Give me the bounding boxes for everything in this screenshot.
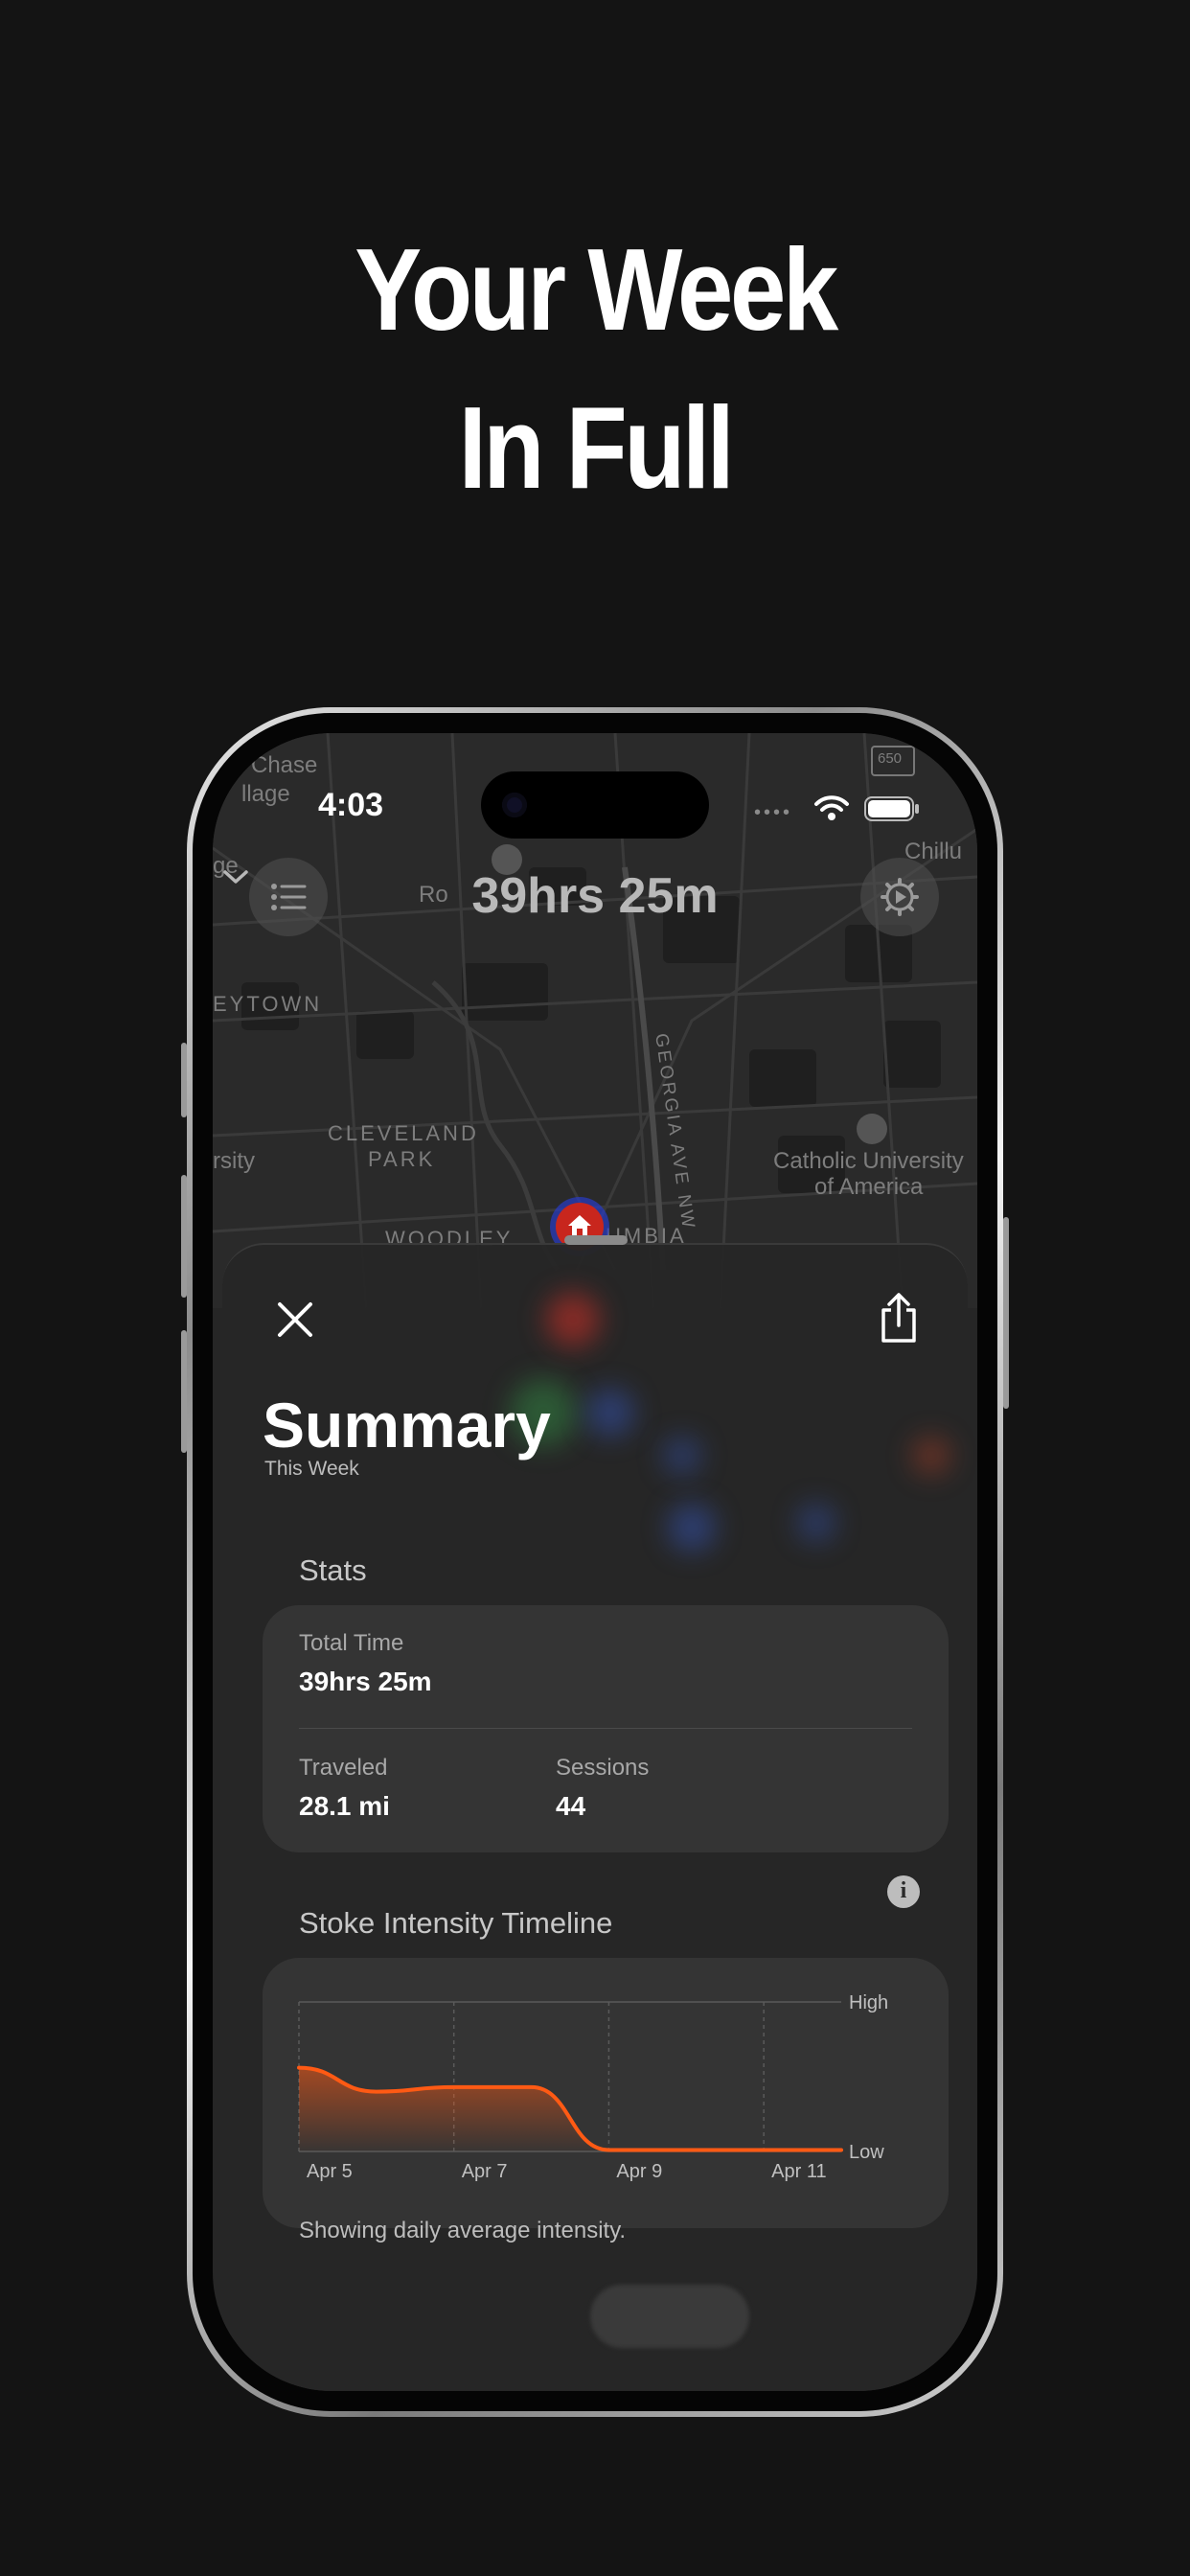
map-label-of-america: of America: [814, 1174, 924, 1200]
total-time-value: 39hrs 25m: [299, 1667, 432, 1696]
chevron-down-icon: [223, 870, 248, 884]
stats-divider: [299, 1728, 912, 1729]
phone-screen: Chase llage ge Chillu Ro EYTOWN CLEVELAN…: [213, 733, 977, 2391]
map-label-chase: Chase: [251, 752, 318, 778]
route-shield-label: 650: [878, 750, 903, 767]
map-label-village: llage: [241, 781, 290, 807]
duration-value: 39hrs 25m: [471, 868, 719, 924]
heat-blob: [797, 1504, 835, 1542]
map-label-cleveland: CLEVELAND: [328, 1121, 479, 1145]
intensity-chart: Apr 5 Apr 7 Apr 9 Apr 11 High Low: [297, 1992, 888, 2182]
intensity-area: [299, 2067, 841, 2151]
status-time: 4:03: [318, 787, 384, 823]
battery-icon: [864, 796, 919, 821]
headline-line-2: In Full: [458, 382, 735, 513]
summary-sheet: Summary This Week Stats Total Time 39hrs…: [222, 1235, 968, 2391]
summary-title: Summary: [263, 1390, 551, 1460]
share-icon: [881, 1293, 916, 1343]
volume-up-button: [181, 1175, 187, 1298]
dynamic-island: [481, 771, 709, 839]
x-tick-label: Apr 7: [462, 2161, 508, 2182]
traveled-value: 28.1 mi: [299, 1791, 390, 1821]
sheet-grabber[interactable]: [564, 1235, 628, 1245]
timeline-card: Apr 5 Apr 7 Apr 9 Apr 11 High Low: [263, 1958, 949, 2228]
share-button[interactable]: [872, 1289, 926, 1346]
x-tick-label: Apr 11: [771, 2161, 826, 2182]
headline: Your Week In Full: [83, 211, 1107, 527]
tab-bar: [222, 2251, 968, 2366]
x-tick-label: Apr 5: [307, 2161, 353, 2182]
map-view[interactable]: Chase llage ge Chillu Ro EYTOWN CLEVELAN…: [213, 733, 977, 1308]
info-button[interactable]: i: [887, 1875, 920, 1908]
cellular-dots-icon: ••••: [754, 802, 793, 823]
gear-play-icon: [881, 878, 919, 916]
map-label-park: PARK: [368, 1147, 436, 1171]
heat-blob: [668, 1504, 716, 1552]
close-icon: [278, 1302, 312, 1337]
heat-blob: [663, 1437, 701, 1475]
close-button[interactable]: [270, 1295, 320, 1345]
heat-blob: [912, 1437, 950, 1475]
y-tick-label-low: Low: [849, 2142, 884, 2163]
settings-button[interactable]: [860, 858, 939, 936]
stats-heading: Stats: [299, 1553, 367, 1587]
info-icon: i: [900, 1878, 907, 1903]
volume-down-button: [181, 1330, 187, 1453]
y-tick-label-high: High: [849, 1992, 888, 2013]
wifi-icon: [814, 795, 849, 820]
headline-line-1: Your Week: [355, 224, 838, 355]
heat-blob: [546, 1293, 600, 1346]
total-time-label: Total Time: [299, 1630, 404, 1656]
action-button: [181, 1043, 187, 1117]
tab-selected-pill[interactable]: [590, 2285, 749, 2348]
x-tick-label: Apr 9: [616, 2161, 662, 2182]
map-label-eytown: EYTOWN: [213, 992, 323, 1016]
sessions-label: Sessions: [556, 1755, 650, 1781]
sessions-value: 44: [556, 1791, 586, 1821]
status-icons: ••••: [754, 789, 936, 827]
map-label-rsity: rsity: [213, 1148, 255, 1174]
chart-caption: Showing daily average intensity.: [299, 2218, 627, 2243]
map-label-catholic: Catholic University: [773, 1148, 964, 1174]
traveled-label: Traveled: [299, 1755, 388, 1781]
power-button: [1003, 1217, 1009, 1409]
summary-subtitle: This Week: [264, 1458, 359, 1480]
stats-card: Total Time 39hrs 25m Traveled 28.1 mi Se…: [263, 1605, 949, 1852]
timeline-heading: Stoke Intensity Timeline: [299, 1906, 613, 1940]
heat-blob: [586, 1389, 634, 1437]
